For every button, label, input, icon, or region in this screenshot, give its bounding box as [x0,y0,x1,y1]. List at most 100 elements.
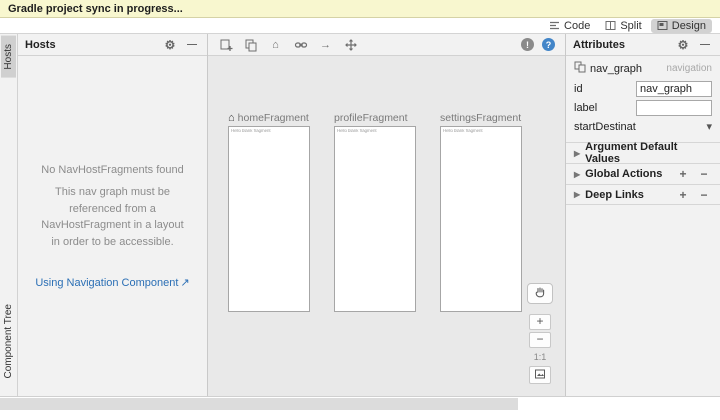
zoom-out-button[interactable]: − [529,332,551,348]
design-surface-panel: ⌂ → ! ? ⌂ homeFragment Hello blank fragm… [208,34,565,396]
zoom-ratio-button[interactable]: 1:1 [529,350,551,364]
hide-panel-icon[interactable]: — [184,37,200,53]
attributes-panel-title: Attributes [573,38,625,51]
using-navigation-component-link-text: Using Navigation Component [35,276,179,289]
disclosure-triangle-icon: ▶ [574,148,581,158]
attribute-row-start-destination: startDestinati... ▾ [566,117,720,136]
add-deep-link-icon[interactable]: + [675,187,691,203]
nav-graph-icon [574,61,586,76]
fragment-settings-name: settingsFragment [440,112,522,124]
code-icon [549,20,560,31]
using-navigation-component-link[interactable]: Using Navigation Component ↗ [35,276,190,290]
design-toolbar-right: ! ? [521,38,555,51]
tab-code[interactable]: Code [543,19,596,33]
auto-arrange-icon[interactable] [343,37,358,52]
attributes-panel-header: Attributes ⚙ — [566,34,720,56]
attribute-label-start-destination: startDestinati... [574,120,636,133]
section-global-actions[interactable]: ▶ Global Actions + − [566,163,720,184]
fragment-home-card[interactable]: Hello blank fragment [228,126,310,312]
fragment-settings-label-row: settingsFragment [440,112,522,124]
design-toolbar: ⌂ → ! ? [208,34,565,56]
start-destination-home-icon: ⌂ [228,112,235,124]
duplicate-destination-icon[interactable] [243,37,258,52]
issues-info-icon[interactable]: ! [521,38,534,51]
horizontal-scrollbar-thumb[interactable] [0,398,518,410]
split-icon [605,20,616,31]
tool-window-tab-hosts[interactable]: Hosts [1,36,16,78]
editor-main: Hosts Component Tree Hosts ⚙ — No NavHos… [0,34,720,396]
hosts-panel: Hosts ⚙ — No NavHostFragments found This… [18,34,208,396]
section-deep-links[interactable]: ▶ Deep Links + − [566,184,720,205]
gear-icon[interactable]: ⚙ [675,37,691,53]
selected-component-name: nav_graph [590,62,642,75]
fragment-settings-card[interactable]: Hello blank fragment [440,126,522,312]
attribute-row-label: label [566,98,720,117]
section-argument-default-values-label: Argument Default Values [585,141,678,165]
tab-design[interactable]: Design [650,18,712,33]
design-icon [657,20,668,31]
attribute-label-id: id [574,82,583,95]
zoom-controls: + − 1:1 [529,314,551,384]
start-destination-dropdown[interactable]: ▾ [636,119,712,135]
hosts-panel-title: Hosts [25,38,56,51]
gear-icon[interactable]: ⚙ [162,37,178,53]
fragment-profile-label-row: profileFragment [334,112,416,124]
hand-pan-icon [534,286,546,301]
tab-design-label: Design [671,19,706,32]
action-link-icon[interactable] [293,37,308,52]
disclosure-triangle-icon: ▶ [574,190,581,199]
android-studio-nav-editor: Gradle project sync in progress... Code … [0,0,720,420]
pan-tool-button[interactable] [527,283,553,304]
add-global-action-icon[interactable]: + [675,166,691,182]
disclosure-triangle-icon: ▶ [574,169,581,179]
bottom-bar [0,396,720,419]
section-argument-default-values[interactable]: ▶ Argument Default Values [566,141,720,165]
left-tool-strip: Hosts Component Tree [0,34,18,396]
horizontal-scrollbar-track[interactable] [0,398,518,410]
section-deep-links-label: Deep Links [585,188,644,201]
fragment-home-preview-text: Hello blank fragment [231,129,271,134]
fragment-home: ⌂ homeFragment Hello blank fragment [228,112,310,396]
selected-component-row: nav_graph navigation [566,56,720,79]
fragment-profile-name: profileFragment [334,112,408,124]
fragment-profile-card[interactable]: Hello blank fragment [334,126,416,312]
fragment-settings-preview-text: Hello blank fragment [443,129,483,134]
tab-split-label: Split [620,19,642,32]
fragment-profile: profileFragment Hello blank fragment [334,112,416,396]
attributes-panel: Attributes ⚙ — nav_graph navigation id l… [565,34,720,396]
gradle-sync-banner-text: Gradle project sync in progress... [8,2,183,15]
fragment-home-name: homeFragment [237,112,309,124]
help-icon[interactable]: ? [542,38,555,51]
hosts-panel-header: Hosts ⚙ — [18,34,207,56]
nav-graph-canvas[interactable]: ⌂ homeFragment Hello blank fragment prof… [208,56,565,396]
remove-global-action-icon[interactable]: − [696,166,712,182]
zoom-to-fit-button[interactable] [529,366,551,384]
assign-start-destination-icon[interactable]: ⌂ [268,37,283,52]
tool-window-tab-component-tree[interactable]: Component Tree [1,296,16,387]
fragment-home-label-row: ⌂ homeFragment [228,112,310,124]
attribute-row-id: id [566,79,720,98]
tab-code-label: Code [564,19,591,32]
zoom-in-button[interactable]: + [529,314,551,330]
attribute-label-label: label [574,101,598,114]
hide-panel-icon[interactable]: — [697,37,713,53]
selected-component-type: navigation [666,63,712,74]
hosts-empty-state: No NavHostFragments found This nav graph… [18,56,207,396]
hosts-empty-body: This nav graph must be referenced from a… [41,186,184,248]
hosts-empty-title: No NavHostFragments found [41,164,184,176]
label-field[interactable] [636,99,712,116]
section-global-actions-label: Global Actions [585,168,663,180]
id-field[interactable] [636,80,712,97]
editor-mode-switcher: Code Split Design [0,18,720,34]
new-destination-icon[interactable] [218,37,233,52]
gradle-sync-banner: Gradle project sync in progress... [0,0,720,18]
zoom-to-fit-icon [534,368,546,383]
fragment-profile-preview-text: Hello blank fragment [337,129,377,134]
external-link-icon: ↗ [180,277,190,289]
fragment-settings: settingsFragment Hello blank fragment [440,112,522,396]
remove-deep-link-icon[interactable]: − [696,187,712,203]
attribute-sections: ▶ Argument Default Values ▶ Global Actio… [566,141,720,205]
tab-split[interactable]: Split [599,19,647,33]
chevron-down-icon: ▾ [706,121,712,133]
add-action-arrow-icon[interactable]: → [318,37,333,52]
